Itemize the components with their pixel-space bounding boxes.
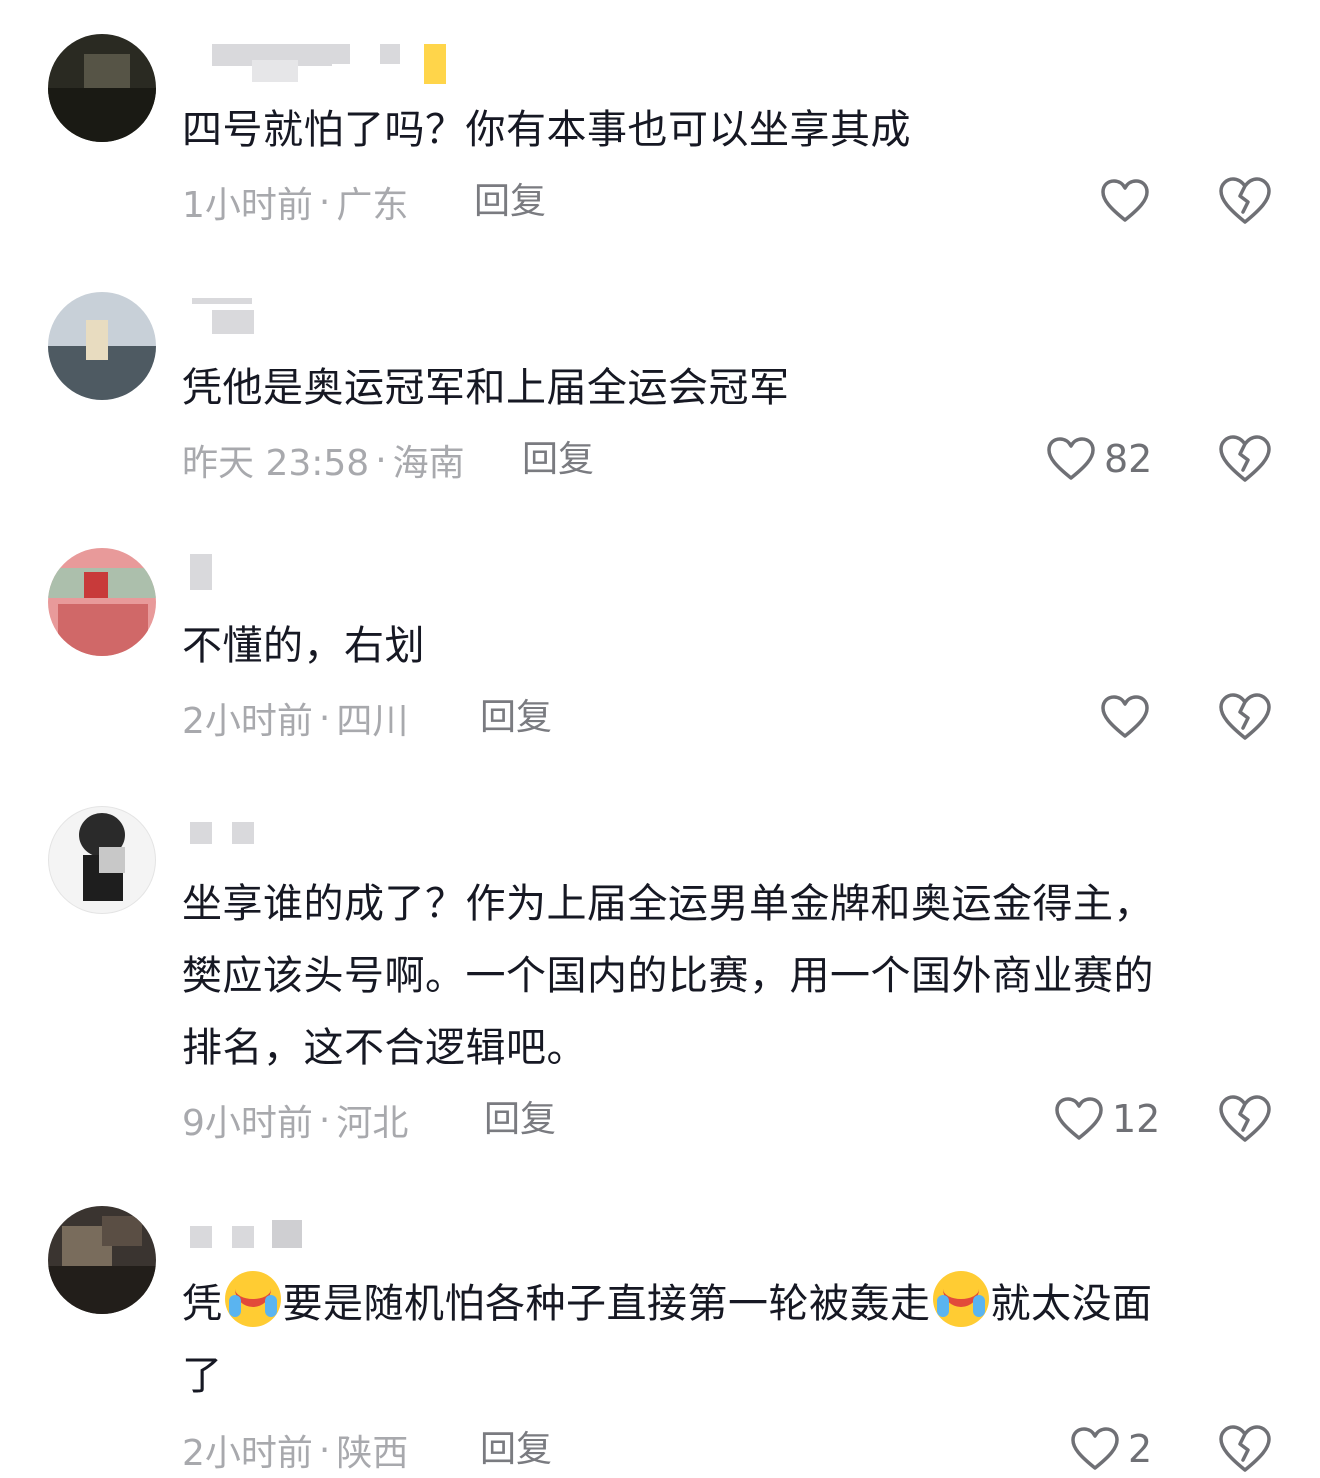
dislike-button[interactable]	[1218, 1424, 1272, 1474]
comment-meta: 2小时前 · 陕西	[182, 1426, 409, 1475]
avatar[interactable]	[48, 806, 156, 914]
dislike-button[interactable]	[1218, 434, 1272, 484]
comment-region: 四川	[336, 701, 409, 742]
like-count: 82	[1104, 437, 1153, 481]
comment-meta: 昨天 23:58 · 海南	[182, 436, 465, 485]
like-button[interactable]	[1100, 176, 1158, 226]
broken-heart-icon	[1219, 177, 1271, 224]
avatar[interactable]	[48, 548, 156, 656]
comment-text-line: 坐享谁的成了？作为上届全运男单金牌和奥运金得主，	[182, 881, 1154, 927]
like-button[interactable]: 2	[1070, 1424, 1152, 1474]
comment-region: 陕西	[336, 1433, 409, 1474]
comment-meta: 9小时前 · 河北	[182, 1096, 409, 1145]
meta-separator: ·	[318, 1429, 331, 1471]
username[interactable]	[182, 296, 302, 336]
broken-heart-icon	[1219, 693, 1271, 740]
comment-time: 昨天 23:58	[182, 443, 370, 484]
reply-button[interactable]: 回复	[480, 694, 552, 742]
comment-text: 坐享谁的成了？作为上届全运男单金牌和奥运金得主， 樊应该头号啊。一个国内的比赛，…	[182, 868, 1262, 1084]
comment-text-line: 凭他是奥运冠军和上届全运会冠军	[182, 365, 790, 411]
comment-text-part: 要是随机怕各种子直接第一轮被轰走	[282, 1281, 931, 1327]
reply-button[interactable]: 回复	[484, 1096, 556, 1144]
username[interactable]	[182, 812, 282, 852]
dislike-button[interactable]	[1218, 1094, 1272, 1144]
comment-time: 2小时前	[182, 701, 313, 742]
comment-text-line: 排名，这不合逻辑吧。	[182, 1025, 587, 1071]
comment-time: 1小时前	[182, 185, 313, 226]
heart-outline-icon	[1047, 437, 1095, 480]
broken-heart-icon	[1219, 435, 1271, 482]
avatar[interactable]	[48, 34, 156, 142]
username[interactable]	[182, 40, 462, 84]
broken-heart-icon	[1219, 1095, 1271, 1142]
dislike-button[interactable]	[1218, 692, 1272, 742]
comment-time: 2小时前	[182, 1433, 313, 1474]
like-button[interactable]: 82	[1046, 434, 1152, 484]
comment-text: 四号就怕了吗？你有本事也可以坐享其成	[182, 94, 1262, 166]
comment-text: 凭 要是随机怕各种子直接第一轮被轰走 就太没面 了	[182, 1268, 1262, 1412]
reply-button[interactable]: 回复	[522, 436, 594, 484]
comment-meta: 1小时前 · 广东	[182, 178, 409, 227]
comment-meta: 2小时前 · 四川	[182, 694, 409, 743]
meta-separator: ·	[318, 1099, 331, 1141]
reply-button[interactable]: 回复	[474, 178, 546, 226]
comment-region: 海南	[392, 443, 465, 484]
reply-button[interactable]: 回复	[480, 1426, 552, 1474]
comment-text: 凭他是奥运冠军和上届全运会冠军	[182, 352, 1262, 424]
comment-text-line: 不懂的，右划	[182, 623, 425, 669]
avatar[interactable]	[48, 1206, 156, 1314]
like-button[interactable]	[1100, 692, 1158, 742]
dislike-button[interactable]	[1218, 176, 1272, 226]
comment-region: 河北	[336, 1103, 409, 1144]
like-button[interactable]: 12	[1054, 1094, 1160, 1144]
comment-text: 不懂的，右划	[182, 610, 1262, 682]
heart-outline-icon	[1071, 1427, 1119, 1470]
rofl-emoji-icon	[224, 1271, 281, 1327]
meta-separator: ·	[375, 439, 387, 481]
username[interactable]	[182, 1216, 342, 1256]
meta-separator: ·	[318, 181, 331, 223]
meta-separator: ·	[318, 697, 331, 739]
rofl-emoji-icon	[932, 1271, 989, 1327]
heart-outline-icon	[1101, 179, 1149, 222]
like-count: 2	[1128, 1427, 1153, 1471]
comment-list: 四号就怕了吗？你有本事也可以坐享其成 1小时前 · 广东 回复 凭他是奥运冠军和…	[0, 0, 1320, 1478]
comment-text-line: 四号就怕了吗？你有本事也可以坐享其成	[182, 107, 911, 153]
like-count: 12	[1112, 1097, 1161, 1141]
avatar[interactable]	[48, 292, 156, 400]
heart-outline-icon	[1055, 1097, 1103, 1140]
comment-region: 广东	[336, 185, 409, 226]
username[interactable]	[182, 554, 242, 594]
comment-text-line: 了	[182, 1353, 223, 1399]
comment-text-line: 樊应该头号啊。一个国内的比赛，用一个国外商业赛的	[182, 953, 1154, 999]
heart-outline-icon	[1101, 695, 1149, 738]
comment-time: 9小时前	[182, 1103, 313, 1144]
comment-text-part: 就太没面	[990, 1281, 1153, 1327]
broken-heart-icon	[1219, 1425, 1271, 1472]
comment-text-part: 凭	[182, 1281, 223, 1327]
